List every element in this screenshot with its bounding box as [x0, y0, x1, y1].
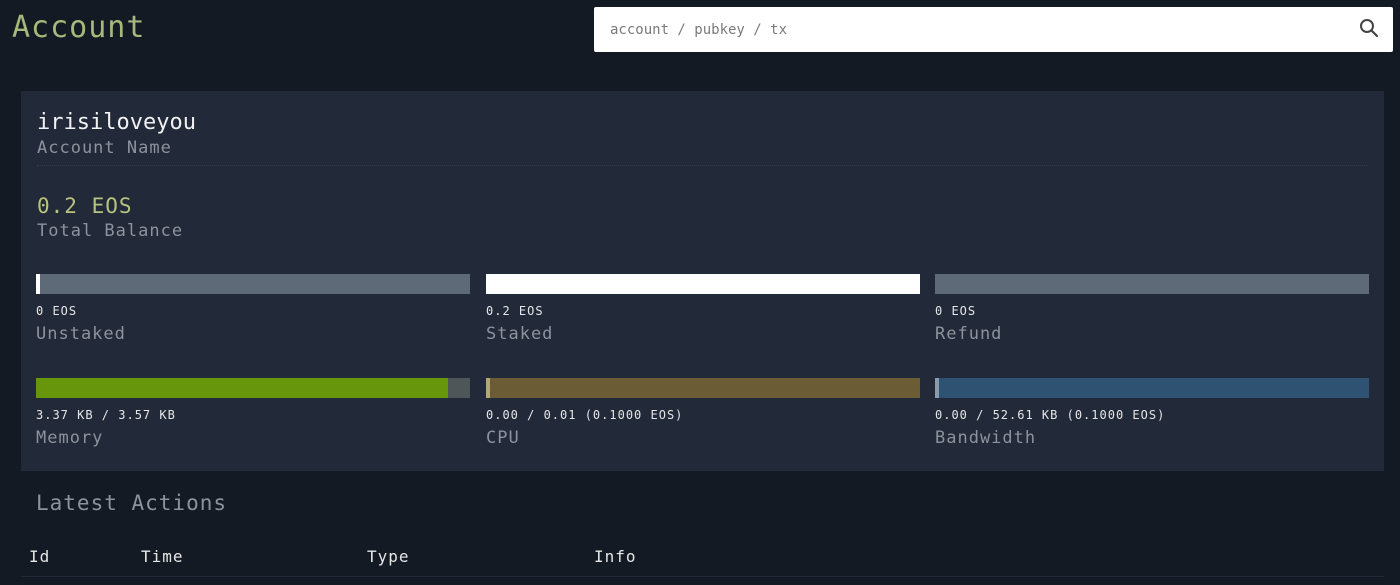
- unstaked-bar-fill: [36, 274, 40, 294]
- refund-label: Refund: [935, 324, 1003, 344]
- total-balance-value: 0.2 EOS: [37, 194, 133, 218]
- search-box: [594, 7, 1393, 52]
- bandwidth-bar-fill: [935, 378, 939, 398]
- column-header-info: Info: [594, 547, 637, 566]
- staked-value: 0.2 EOS: [486, 304, 544, 318]
- memory-bar-fill: [36, 378, 449, 398]
- bandwidth-bar: [935, 378, 1369, 398]
- search-icon: [1359, 18, 1379, 41]
- staked-stat: 0.2 EOS Staked: [486, 274, 920, 344]
- page-title: Account: [12, 10, 146, 45]
- latest-actions-title: Latest Actions: [36, 491, 228, 515]
- cpu-stat: 0.00 / 0.01 (0.1000 EOS) CPU: [486, 378, 920, 448]
- staked-bar: [486, 274, 920, 294]
- search-button[interactable]: [1345, 7, 1393, 52]
- memory-value: 3.37 KB / 3.57 KB: [36, 408, 176, 422]
- memory-stat: 3.37 KB / 3.57 KB Memory: [36, 378, 470, 448]
- unstaked-bar: [36, 274, 470, 294]
- column-header-id: Id: [29, 547, 51, 566]
- refund-bar: [935, 274, 1369, 294]
- bandwidth-value: 0.00 / 52.61 KB (0.1000 EOS): [935, 408, 1166, 422]
- staked-bar-fill: [486, 274, 920, 294]
- account-name: irisiloveyou: [37, 110, 196, 135]
- divider: [37, 165, 1367, 166]
- unstaked-value: 0 EOS: [36, 304, 78, 318]
- account-name-label: Account Name: [37, 138, 172, 158]
- bandwidth-stat: 0.00 / 52.61 KB (0.1000 EOS) Bandwidth: [935, 378, 1369, 448]
- total-balance-label: Total Balance: [37, 221, 184, 241]
- refund-value: 0 EOS: [935, 304, 977, 318]
- cpu-value: 0.00 / 0.01 (0.1000 EOS): [486, 408, 684, 422]
- bandwidth-label: Bandwidth: [935, 428, 1037, 448]
- table-header-rule: [21, 576, 1384, 577]
- cpu-label: CPU: [486, 428, 520, 448]
- memory-label: Memory: [36, 428, 104, 448]
- search-input[interactable]: [594, 7, 1345, 52]
- refund-stat: 0 EOS Refund: [935, 274, 1369, 344]
- page: Account irisiloveyou Account Name 0.2 EO…: [0, 0, 1400, 585]
- unstaked-stat: 0 EOS Unstaked: [36, 274, 470, 344]
- staked-label: Staked: [486, 324, 554, 344]
- unstaked-label: Unstaked: [36, 324, 126, 344]
- cpu-bar-fill: [486, 378, 490, 398]
- cpu-bar: [486, 378, 920, 398]
- account-card: irisiloveyou Account Name 0.2 EOS Total …: [21, 91, 1384, 471]
- column-header-type: Type: [367, 547, 410, 566]
- column-header-time: Time: [141, 547, 184, 566]
- memory-bar: [36, 378, 470, 398]
